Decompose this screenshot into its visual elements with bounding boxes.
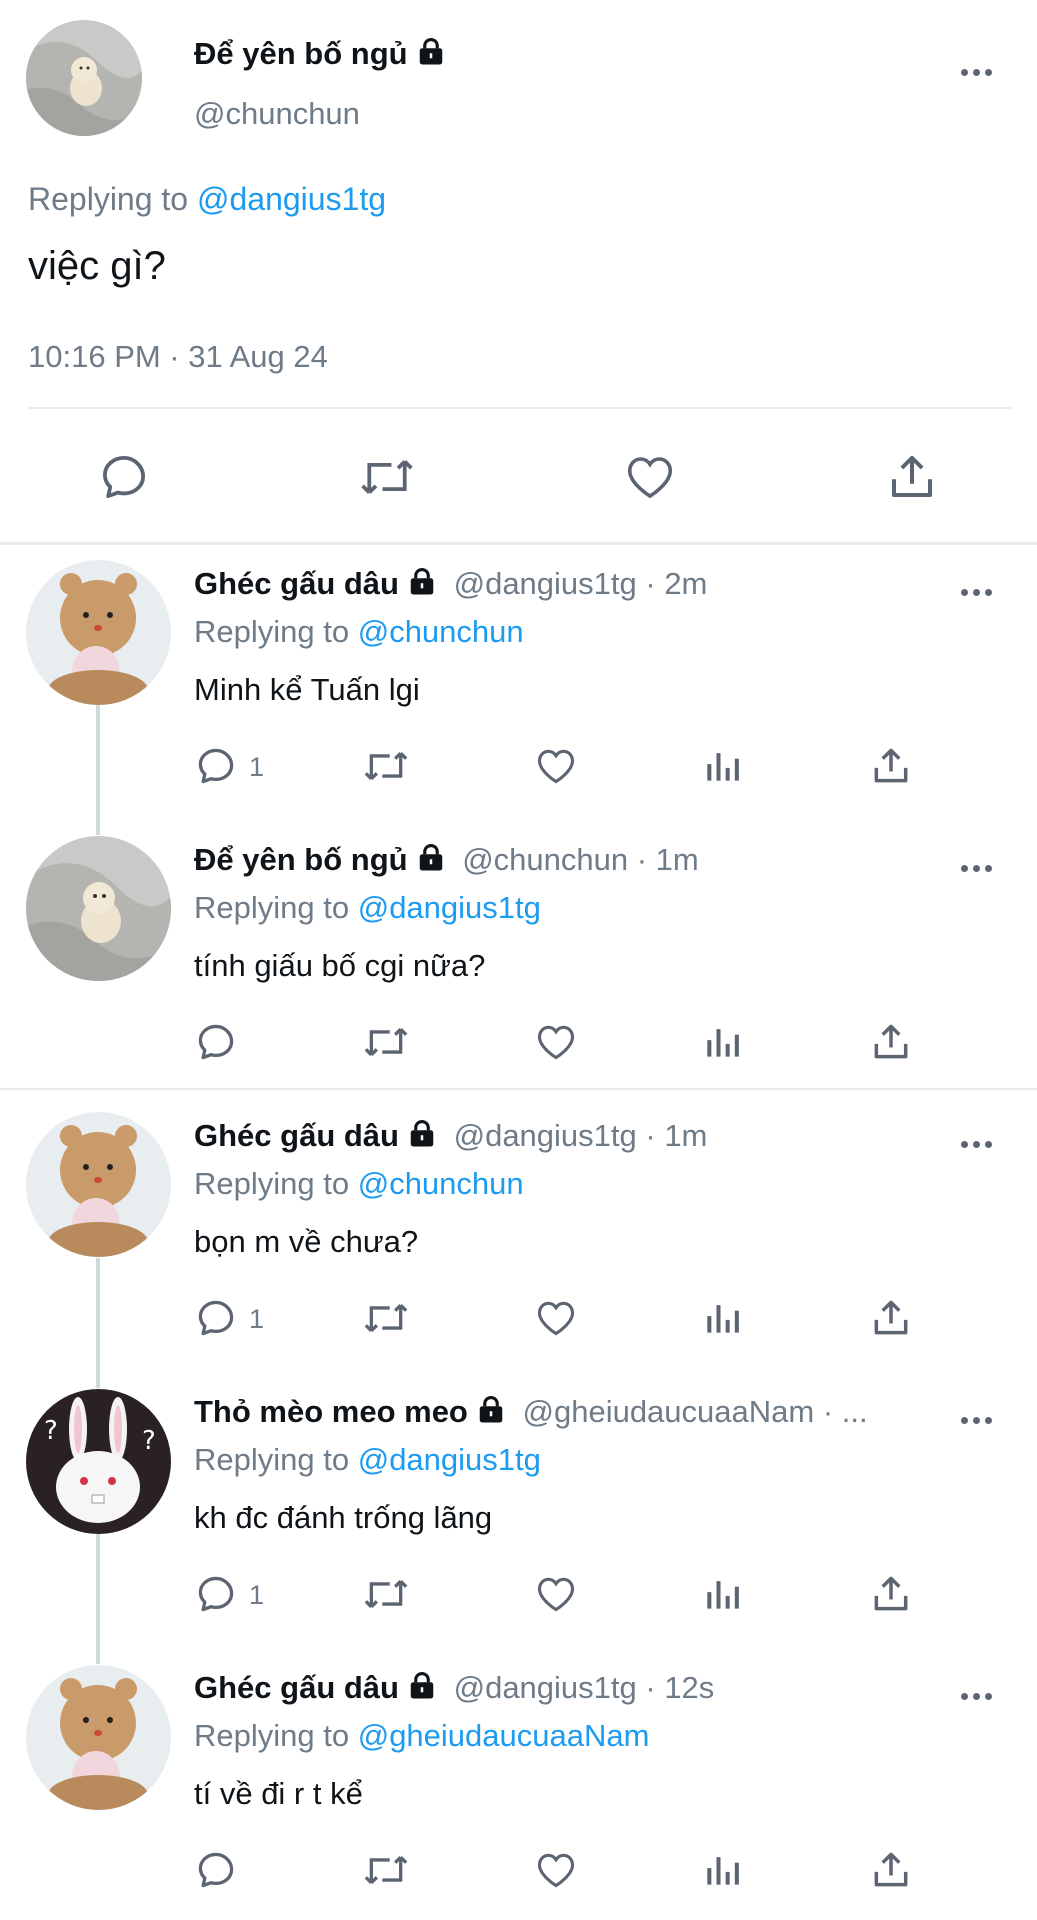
reply-icon[interactable] — [194, 1848, 238, 1892]
share-icon[interactable] — [885, 450, 939, 504]
mention-link[interactable]: @chunchun — [358, 1166, 524, 1201]
reply-icon[interactable] — [194, 1296, 238, 1340]
lock-icon — [419, 843, 442, 871]
handle-and-time[interactable]: @dangius1tg · 2m — [454, 566, 708, 601]
mention-link[interactable]: @dangius1tg — [358, 890, 541, 925]
display-name[interactable]: Thỏ mèo meo meo — [194, 1394, 468, 1429]
retweet-icon[interactable] — [360, 1848, 412, 1892]
mention-link[interactable]: @chunchun — [358, 614, 524, 649]
retweet-icon[interactable] — [356, 450, 418, 504]
reply-header: Thỏ mèo meo meo @gheiudaucuaaNam · ... — [194, 1394, 954, 1430]
tweet-text: tí về đi r t kể — [194, 1776, 363, 1811]
heart-icon[interactable] — [533, 1020, 579, 1064]
reply-count: 1 — [249, 752, 265, 782]
more-icon[interactable] — [961, 1411, 1001, 1427]
replying-to: Replying to @gheiudaucuaaNam — [194, 1718, 650, 1753]
avatar[interactable] — [26, 836, 171, 981]
svg-text:?: ? — [44, 1416, 58, 1446]
tweet-text: bọn m về chưa? — [194, 1224, 419, 1259]
tweet-text: Minh kể Tuấn lgi — [194, 672, 420, 707]
display-name[interactable]: Ghéc gấu dâu — [194, 1670, 399, 1705]
section-divider — [0, 1088, 1037, 1090]
analytics-icon[interactable] — [702, 1848, 746, 1892]
reply-header: Để yên bố ngủ @chunchun · 1m — [194, 842, 699, 878]
tweet-timestamp[interactable]: 10:16 PM · 31 Aug 24 — [28, 339, 328, 375]
display-name[interactable]: Để yên bố ngủ — [194, 36, 408, 71]
analytics-icon[interactable] — [702, 1296, 746, 1340]
retweet-icon[interactable] — [360, 744, 412, 788]
reply-icon[interactable] — [97, 450, 151, 504]
replying-to: Replying to @dangius1tg — [28, 181, 387, 217]
share-icon[interactable] — [869, 744, 913, 788]
analytics-icon[interactable] — [702, 1020, 746, 1064]
avatar[interactable]: ?? — [26, 1389, 171, 1534]
analytics-icon[interactable] — [702, 744, 746, 788]
handle-and-time[interactable]: @gheiudaucuaaNam · ... — [523, 1394, 868, 1429]
more-icon[interactable] — [961, 859, 1001, 875]
reply-header: Ghéc gấu dâu @dangius1tg · 1m — [194, 1118, 707, 1154]
main-display-name[interactable]: Để yên bố ngủ — [194, 36, 446, 72]
heart-icon[interactable] — [533, 744, 579, 788]
lock-icon — [410, 1671, 434, 1699]
thread-line — [96, 705, 100, 835]
tweet-text: kh đc đánh trống lãng — [194, 1500, 493, 1535]
main-handle[interactable]: @chunchun — [194, 96, 360, 132]
mention-link[interactable]: @dangius1tg — [197, 181, 386, 217]
share-icon[interactable] — [869, 1848, 913, 1892]
reply-count: 1 — [249, 1304, 265, 1334]
section-divider — [0, 542, 1037, 545]
svg-text:?: ? — [142, 1426, 156, 1456]
more-icon[interactable] — [961, 1687, 1001, 1703]
reply-icon[interactable] — [194, 1020, 238, 1064]
replying-to: Replying to @chunchun — [194, 1166, 524, 1201]
more-icon[interactable] — [961, 63, 1001, 79]
handle-and-time[interactable]: @dangius1tg · 12s — [454, 1670, 715, 1705]
replying-to: Replying to @dangius1tg — [194, 890, 541, 925]
more-icon[interactable] — [961, 583, 1001, 599]
heart-icon[interactable] — [533, 1296, 579, 1340]
handle-and-time[interactable]: @chunchun · 1m — [462, 842, 699, 877]
divider — [28, 407, 1011, 409]
share-icon[interactable] — [869, 1020, 913, 1064]
avatar[interactable] — [26, 1665, 171, 1810]
retweet-icon[interactable] — [360, 1296, 412, 1340]
mention-link[interactable]: @gheiudaucuaaNam — [358, 1718, 650, 1753]
retweet-icon[interactable] — [360, 1572, 412, 1616]
tweet-text: việc gì? — [28, 244, 166, 288]
lock-icon — [410, 567, 434, 595]
lock-icon — [479, 1395, 503, 1423]
thread-line — [96, 1258, 100, 1388]
display-name[interactable]: Ghéc gấu dâu — [194, 566, 399, 601]
avatar[interactable] — [26, 560, 171, 705]
handle-and-time[interactable]: @dangius1tg · 1m — [454, 1118, 708, 1153]
lock-icon — [419, 37, 442, 65]
display-name[interactable]: Để yên bố ngủ — [194, 842, 408, 877]
display-name[interactable]: Ghéc gấu dâu — [194, 1118, 399, 1153]
share-icon[interactable] — [869, 1572, 913, 1616]
heart-icon[interactable] — [533, 1572, 579, 1616]
replying-to: Replying to @dangius1tg — [194, 1442, 541, 1477]
heart-icon[interactable] — [622, 450, 678, 504]
replying-to: Replying to @chunchun — [194, 614, 524, 649]
tweet-text: tính giấu bố cgi nữa? — [194, 948, 486, 983]
retweet-icon[interactable] — [360, 1020, 412, 1064]
analytics-icon[interactable] — [702, 1572, 746, 1616]
avatar[interactable] — [26, 20, 142, 136]
reply-icon[interactable] — [194, 1572, 238, 1616]
reply-header: Ghéc gấu dâu @dangius1tg · 12s — [194, 1670, 714, 1706]
heart-icon[interactable] — [533, 1848, 579, 1892]
reply-count: 1 — [249, 1580, 265, 1610]
thread-line — [96, 1534, 100, 1664]
reply-header: Ghéc gấu dâu @dangius1tg · 2m — [194, 566, 707, 602]
more-icon[interactable] — [961, 1135, 1001, 1151]
mention-link[interactable]: @dangius1tg — [358, 1442, 541, 1477]
lock-icon — [410, 1119, 434, 1147]
reply-icon[interactable] — [194, 744, 238, 788]
avatar[interactable] — [26, 1112, 171, 1257]
share-icon[interactable] — [869, 1296, 913, 1340]
